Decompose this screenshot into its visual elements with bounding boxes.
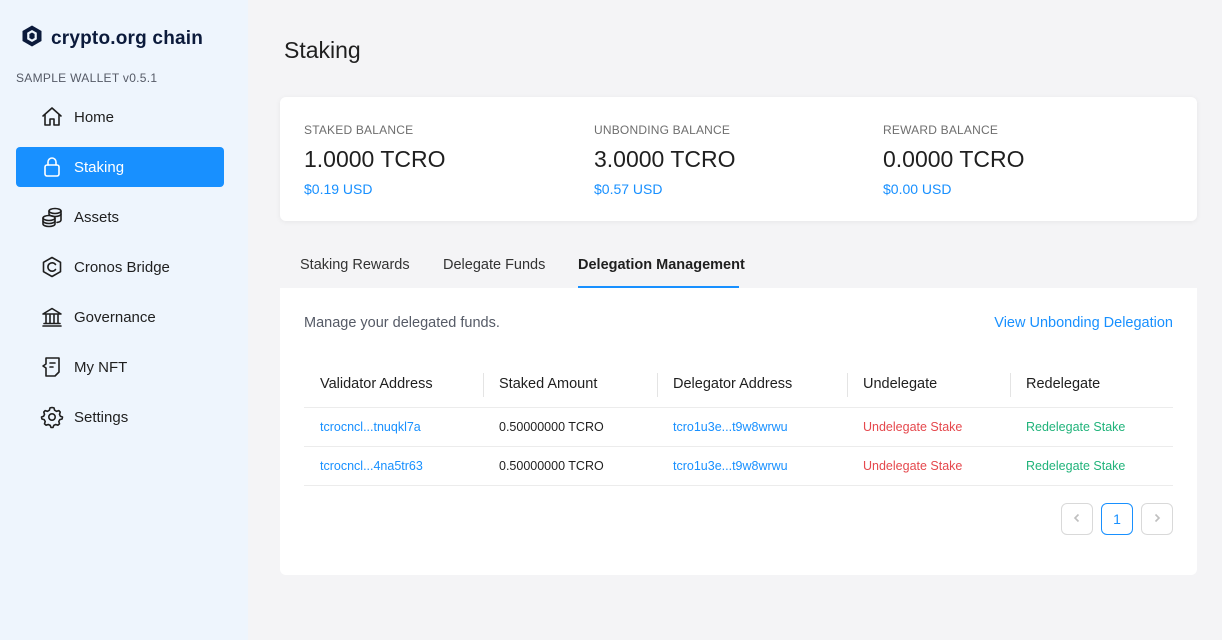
sidebar-item-assets[interactable]: Assets	[16, 197, 224, 237]
reward-balance-label: REWARD BALANCE	[883, 123, 999, 137]
unbonding-balance: UNBONDING BALANCE 3.0000 TCRO $0.57 USD	[594, 123, 735, 197]
panel-description: Manage your delegated funds.	[304, 315, 500, 331]
crypto-org-logo-icon	[20, 24, 44, 53]
table-header: Validator Address Staked Amount Delegato…	[304, 360, 1173, 408]
table-row: tcrocncl...4na5tr63 0.50000000 TCRO tcro…	[304, 447, 1173, 486]
tab-delegate-funds[interactable]: Delegate Funds	[443, 257, 545, 273]
redelegate-stake-link[interactable]: Redelegate Stake	[1010, 459, 1173, 473]
unbonding-balance-usd: $0.57 USD	[594, 181, 663, 197]
balance-card: STAKED BALANCE 1.0000 TCRO $0.19 USD UNB…	[280, 97, 1197, 221]
cronos-icon	[40, 255, 64, 279]
brand-logo[interactable]: crypto.org chain	[20, 24, 203, 53]
lock-icon	[40, 155, 64, 179]
validator-address-link[interactable]: tcrocncl...4na5tr63	[304, 459, 483, 473]
undelegate-stake-link[interactable]: Undelegate Stake	[847, 420, 1010, 434]
staked-amount: 0.50000000 TCRO	[499, 459, 604, 473]
tab-staking-rewards[interactable]: Staking Rewards	[300, 257, 410, 273]
sidebar-item-label: Assets	[74, 208, 120, 226]
sidebar-item-label: Home	[74, 108, 115, 126]
page-title: Staking	[284, 37, 361, 63]
sidebar-item-governance[interactable]: Governance	[16, 297, 224, 337]
reward-balance: REWARD BALANCE 0.0000 TCRO $0.00 USD	[883, 123, 1024, 197]
previous-page-button[interactable]	[1061, 503, 1093, 535]
tab-delegation-management[interactable]: Delegation Management	[578, 257, 745, 273]
column-header-redelegate: Redelegate	[1010, 372, 1173, 397]
nft-icon	[40, 355, 64, 379]
delegation-management-panel: Manage your delegated funds. View Unbond…	[280, 288, 1197, 575]
sidebar-item-cronos-bridge[interactable]: Cronos Bridge	[16, 247, 224, 287]
chevron-right-icon	[1151, 511, 1163, 527]
sidebar-nav: Home Staking Assets Cronos Bridge Govern…	[16, 97, 224, 447]
sidebar-item-my-nft[interactable]: My NFT	[16, 347, 224, 387]
validator-address-link[interactable]: tcrocncl...tnuqkl7a	[304, 420, 483, 434]
staked-balance-usd: $0.19 USD	[304, 181, 373, 197]
delegation-table: Validator Address Staked Amount Delegato…	[304, 360, 1173, 486]
undelegate-stake-link[interactable]: Undelegate Stake	[847, 459, 1010, 473]
sidebar-item-staking[interactable]: Staking	[16, 147, 224, 187]
coins-icon	[40, 205, 64, 229]
delegator-address-link[interactable]: tcro1u3e...t9w8wrwu	[657, 420, 847, 434]
column-header-undelegate: Undelegate	[847, 372, 1010, 397]
sidebar-item-label: Staking	[74, 158, 125, 176]
staked-balance-amount: 1.0000 TCRO	[304, 146, 446, 172]
column-header-validator-address: Validator Address	[320, 375, 433, 392]
sidebar-item-home[interactable]: Home	[16, 97, 224, 137]
sidebar-item-label: Settings	[74, 408, 129, 426]
sidebar-item-settings[interactable]: Settings	[16, 397, 224, 437]
sidebar: crypto.org chain SAMPLE WALLET v0.5.1 Ho…	[0, 0, 248, 640]
next-page-button[interactable]	[1141, 503, 1173, 535]
staked-balance: STAKED BALANCE 1.0000 TCRO $0.19 USD	[304, 123, 445, 197]
view-unbonding-delegation-link[interactable]: View Unbonding Delegation	[994, 315, 1173, 331]
reward-balance-usd: $0.00 USD	[883, 181, 952, 197]
staked-balance-label: STAKED BALANCE	[304, 123, 414, 137]
reward-balance-amount: 0.0000 TCRO	[883, 146, 1025, 172]
bank-icon	[40, 305, 64, 329]
brand-name: crypto.org chain	[51, 27, 204, 49]
table-row: tcrocncl...tnuqkl7a 0.50000000 TCRO tcro…	[304, 408, 1173, 447]
delegator-address-link[interactable]: tcro1u3e...t9w8wrwu	[657, 459, 847, 473]
redelegate-stake-link[interactable]: Redelegate Stake	[1010, 420, 1173, 434]
page-1-button[interactable]: 1	[1101, 503, 1133, 535]
staking-tabs: Staking Rewards Delegate Funds Delegatio…	[280, 248, 1197, 288]
unbonding-balance-amount: 3.0000 TCRO	[594, 146, 736, 172]
unbonding-balance-label: UNBONDING BALANCE	[594, 123, 731, 137]
home-icon	[40, 105, 64, 129]
gear-icon	[40, 405, 64, 429]
staked-amount: 0.50000000 TCRO	[499, 420, 604, 434]
wallet-version: SAMPLE WALLET v0.5.1	[16, 71, 158, 85]
column-header-staked-amount: Staked Amount	[483, 372, 657, 397]
column-header-delegator-address: Delegator Address	[657, 372, 847, 397]
chevron-left-icon	[1071, 511, 1083, 527]
sidebar-item-label: Cronos Bridge	[74, 258, 170, 276]
sidebar-item-label: Governance	[74, 308, 156, 326]
sidebar-item-label: My NFT	[74, 358, 128, 376]
pagination: 1	[1053, 503, 1173, 535]
